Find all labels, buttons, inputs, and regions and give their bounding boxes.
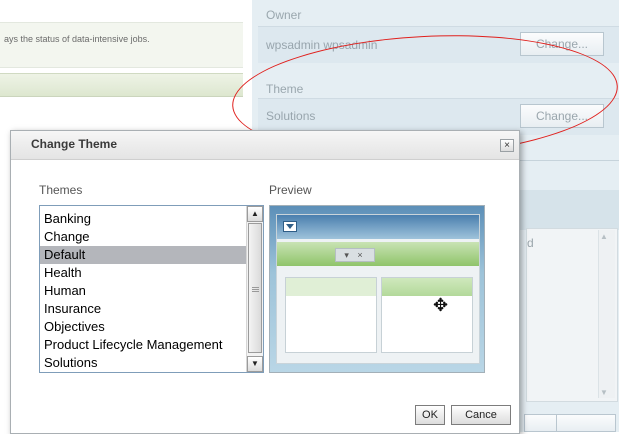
background-bottom-button-2[interactable] (556, 414, 616, 432)
dialog-titlebar[interactable]: Change Theme × (11, 131, 519, 160)
scroll-up-icon[interactable]: ▲ (600, 232, 608, 241)
owner-label: Owner (266, 8, 302, 22)
theme-option-banking[interactable]: Banking (40, 210, 246, 228)
dialog-title: Change Theme (31, 137, 118, 151)
preview-header (277, 215, 479, 239)
grip-icon (252, 287, 259, 288)
textarea-scrollbar[interactable] (598, 230, 615, 398)
ok-button[interactable]: OK (415, 405, 445, 425)
menu-dropdown-icon (283, 221, 297, 232)
theme-option-insurance[interactable]: Insurance (40, 300, 246, 318)
preview-nav-bar (277, 242, 479, 266)
move-cursor-icon: ✥ (433, 295, 449, 315)
theme-value: Solutions (266, 109, 316, 123)
theme-option-solutions[interactable]: Solutions (40, 354, 246, 372)
scrollbar-thumb[interactable] (248, 223, 262, 353)
theme-option-health[interactable]: Health (40, 264, 246, 282)
cancel-button[interactable]: Cance (451, 405, 511, 425)
theme-label: Theme (266, 82, 304, 96)
preview-portlet-right (381, 277, 473, 353)
scroll-down-arrow-icon[interactable]: ▼ (247, 356, 263, 372)
close-icon[interactable]: × (500, 139, 514, 152)
change-theme-dialog: Change Theme × Themes Preview Banking Ch… (10, 130, 520, 434)
themes-label: Themes (39, 183, 83, 197)
theme-change-button[interactable]: Change... (520, 104, 604, 128)
owner-change-button[interactable]: Change... (520, 32, 604, 56)
background-green-bar (0, 73, 243, 97)
scroll-up-arrow-icon[interactable]: ▲ (247, 206, 263, 222)
theme-option-product-lifecycle-management[interactable]: Product Lifecycle Management (40, 336, 246, 354)
preview-window: ▾ × ✥ (276, 214, 480, 364)
theme-preview: ▾ × ✥ (269, 205, 485, 373)
preview-label: Preview (269, 183, 312, 197)
owner-value: wpsadmin wpsadmin (266, 38, 378, 52)
preview-portlet-titlebar (286, 278, 376, 296)
themes-scrollbar[interactable]: ▲ ▼ (246, 206, 263, 372)
theme-option-human[interactable]: Human (40, 282, 246, 300)
preview-window-controls: ▾ × (335, 248, 375, 262)
preview-portlet-titlebar-active (382, 278, 472, 296)
theme-option-objectives[interactable]: Objectives (40, 318, 246, 336)
description-text: ays the status of data-intensive jobs. (4, 34, 150, 44)
theme-option-change[interactable]: Change (40, 228, 246, 246)
theme-option-default[interactable]: Default (40, 246, 246, 264)
themes-listbox[interactable]: Banking Change Default Health Human Insu… (39, 205, 264, 373)
textarea-text: d (527, 236, 534, 250)
scroll-down-icon[interactable]: ▼ (600, 388, 608, 397)
description-band (0, 22, 243, 68)
preview-portlet-left (285, 277, 377, 353)
